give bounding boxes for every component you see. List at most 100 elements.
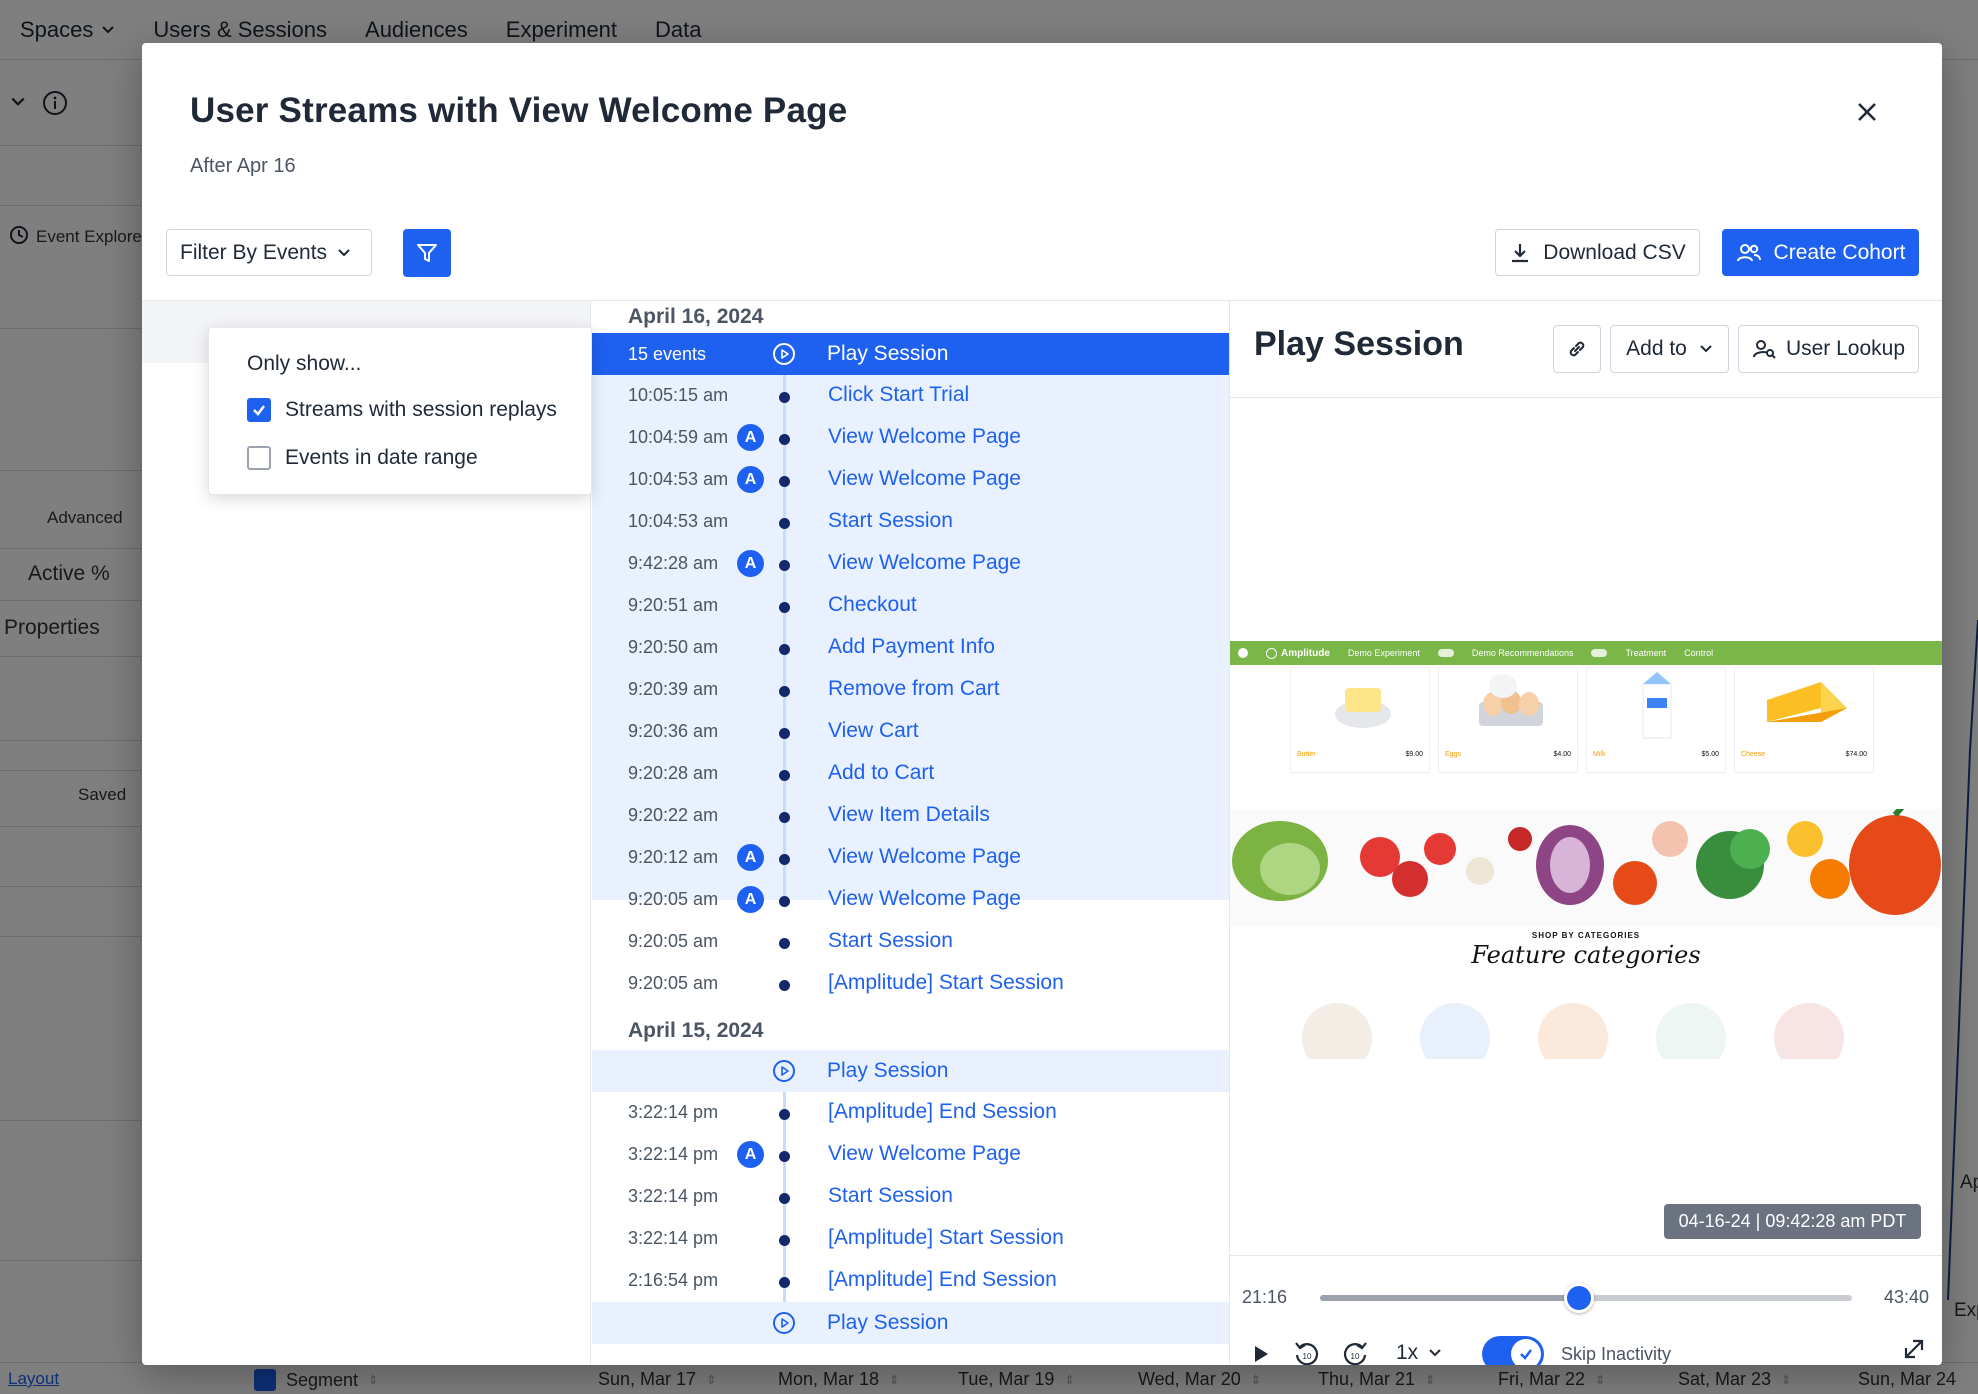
event-name-link[interactable]: View Welcome Page [828, 845, 1021, 869]
play-button[interactable] [1246, 1337, 1276, 1365]
event-row[interactable]: 9:20:05 am [Amplitude] Start Session [592, 963, 1229, 1005]
product-name: Eggs [1445, 751, 1461, 758]
event-row[interactable]: 10:04:59 am A View Welcome Page [592, 417, 1229, 459]
filter-button[interactable] [403, 229, 451, 277]
users-icon [1736, 243, 1761, 261]
event-name-link[interactable]: View Welcome Page [828, 1142, 1021, 1166]
speed-value: 1x [1396, 1341, 1419, 1364]
event-name-link[interactable]: View Cart [828, 719, 919, 743]
event-row[interactable]: 10:05:15 am Click Start Trial [592, 375, 1229, 417]
event-time: 9:42:28 am [628, 553, 719, 573]
category-image [1302, 1003, 1372, 1059]
forward-10-icon: 10 [1343, 1342, 1367, 1365]
download-label: Download CSV [1543, 240, 1686, 264]
event-time: 9:20:12 am [628, 847, 719, 867]
play-session-row[interactable]: 15 events Play Session [592, 333, 1229, 375]
event-name-link[interactable]: View Item Details [828, 803, 990, 827]
play-circle-icon [773, 1312, 795, 1334]
event-time: 2:16:54 pm [628, 1270, 719, 1290]
timeline-dot [779, 686, 790, 697]
event-name-link[interactable]: Start Session [828, 1184, 953, 1208]
timeline-dot [779, 938, 790, 949]
event-row[interactable]: 10:04:53 am Start Session [592, 501, 1229, 543]
event-row[interactable]: 3:22:14 pm [Amplitude] Start Session [592, 1218, 1229, 1260]
download-csv-button[interactable]: Download CSV [1495, 229, 1700, 276]
event-name-link[interactable]: Remove from Cart [828, 677, 1000, 701]
timeline-dot [779, 434, 790, 445]
replay-viewport[interactable]: Amplitude Demo Experiment Demo Recommend… [1230, 641, 1942, 1059]
timeline-dot [779, 728, 790, 739]
event-name-link[interactable]: Add Payment Info [828, 635, 995, 659]
event-name-link[interactable]: [Amplitude] End Session [828, 1100, 1057, 1124]
timeline-dot [779, 602, 790, 613]
filter-by-events-select[interactable]: Filter By Events [166, 229, 372, 276]
play-circle-icon [773, 1060, 795, 1082]
timeline-dot [779, 1277, 790, 1288]
event-row[interactable]: 9:20:36 am View Cart [592, 711, 1229, 753]
event-row[interactable]: 3:22:14 pm Start Session [592, 1176, 1229, 1218]
event-row[interactable]: 9:20:22 am View Item Details [592, 795, 1229, 837]
event-name-link[interactable]: View Welcome Page [828, 887, 1021, 911]
skip-inactivity-toggle[interactable] [1482, 1336, 1544, 1365]
event-row[interactable]: 10:04:53 am A View Welcome Page [592, 459, 1229, 501]
divider [1230, 397, 1942, 398]
option-events-in-date-range[interactable]: Events in date range [247, 446, 478, 470]
event-name-link[interactable]: View Welcome Page [828, 467, 1021, 491]
event-name-link[interactable]: Start Session [828, 509, 953, 533]
event-name-link[interactable]: [Amplitude] Start Session [828, 971, 1064, 995]
checkbox[interactable] [247, 398, 271, 422]
event-row[interactable]: 9:20:05 am A View Welcome Page [592, 879, 1229, 921]
event-name-link[interactable]: View Welcome Page [828, 425, 1021, 449]
forward-10-button[interactable]: 10 [1338, 1337, 1372, 1365]
event-name-link[interactable]: View Welcome Page [828, 551, 1021, 575]
create-cohort-button[interactable]: Create Cohort [1722, 229, 1919, 276]
copy-link-button[interactable] [1553, 325, 1601, 373]
play-session-row[interactable]: Play Session [592, 1050, 1229, 1092]
check-icon [1520, 1349, 1532, 1360]
modal-subtitle: After Apr 16 [190, 155, 296, 177]
event-row[interactable]: 9:20:05 am Start Session [592, 921, 1229, 963]
checkbox[interactable] [247, 446, 271, 470]
scrubber-handle[interactable] [1564, 1283, 1595, 1313]
event-name-link[interactable]: [Amplitude] End Session [828, 1268, 1057, 1292]
amplitude-badge-icon: A [737, 1141, 764, 1168]
event-row[interactable]: 3:22:14 pm A View Welcome Page [592, 1134, 1229, 1176]
option-streams-with-replays[interactable]: Streams with session replays [247, 398, 557, 422]
play-session-row[interactable]: Play Session [592, 1302, 1229, 1344]
event-row[interactable]: 9:20:39 am Remove from Cart [592, 669, 1229, 711]
close-button[interactable] [1850, 95, 1884, 129]
user-lookup-button[interactable]: User Lookup [1738, 325, 1919, 373]
event-time: 9:20:05 am [628, 973, 719, 993]
toggle-icon [1437, 649, 1454, 657]
date-header: April 15, 2024 [628, 1019, 764, 1042]
amplitude-badge-icon: A [737, 466, 764, 493]
timeline-dot [779, 392, 790, 403]
event-time: 9:20:36 am [628, 721, 719, 741]
event-name-link[interactable]: Checkout [828, 593, 917, 617]
check-icon [253, 405, 265, 416]
option-label: Events in date range [285, 446, 478, 469]
event-name-link[interactable]: [Amplitude] Start Session [828, 1226, 1064, 1250]
event-row[interactable]: 9:20:51 am Checkout [592, 585, 1229, 627]
scrubber-track[interactable] [1320, 1283, 1852, 1313]
chevron-down-icon [1700, 345, 1712, 353]
event-row[interactable]: 9:42:28 am A View Welcome Page [592, 543, 1229, 585]
event-name-link[interactable]: Start Session [828, 929, 953, 953]
event-row[interactable]: 9:20:50 am Add Payment Info [592, 627, 1229, 669]
fullscreen-button[interactable] [1898, 1333, 1930, 1365]
add-to-dropdown[interactable]: Add to [1610, 325, 1729, 373]
playback-speed-select[interactable]: 1x [1396, 1341, 1442, 1365]
user-streams-modal: User Streams with View Welcome Page Afte… [142, 43, 1942, 1365]
vegetables-illustration [1232, 805, 1941, 915]
event-row[interactable]: 3:22:14 pm [Amplitude] End Session [592, 1092, 1229, 1134]
rewind-10-button[interactable]: 10 [1290, 1337, 1324, 1365]
timeline-dot [779, 854, 790, 865]
amplitude-badge-icon: A [737, 424, 764, 451]
event-name-link[interactable]: Click Start Trial [828, 383, 969, 407]
event-row[interactable]: 9:20:28 am Add to Cart [592, 753, 1229, 795]
event-name-link[interactable]: Add to Cart [828, 761, 934, 785]
timeline-dot [779, 980, 790, 991]
event-row[interactable]: 9:20:12 am A View Welcome Page [592, 837, 1229, 879]
player-title: Play Session [1254, 325, 1464, 363]
event-row[interactable]: 2:16:54 pm [Amplitude] End Session [592, 1260, 1229, 1302]
